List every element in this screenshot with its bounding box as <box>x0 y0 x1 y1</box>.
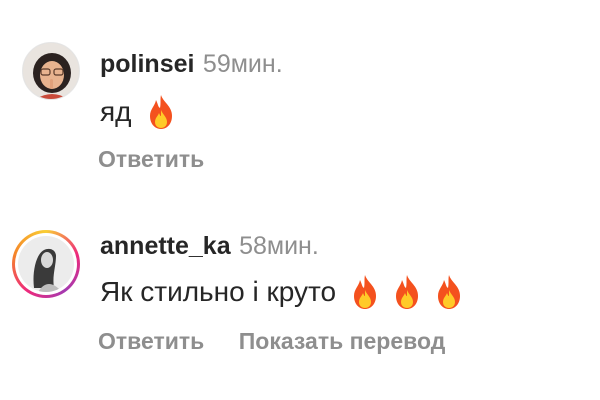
reply-button[interactable]: Ответить <box>98 328 204 354</box>
comment-text: яд <box>100 94 186 130</box>
comment-body: яд <box>100 96 132 127</box>
show-translation-button[interactable]: Показать перевод <box>239 328 446 354</box>
fire-icon <box>438 275 461 309</box>
reply-button[interactable]: Ответить <box>98 146 204 172</box>
comment-actions: Ответить Показать перевод <box>98 328 475 355</box>
avatar[interactable] <box>22 42 80 100</box>
fire-icon <box>396 275 419 309</box>
comment-header: annette_ka 58мин. <box>100 232 319 261</box>
timestamp: 58мин. <box>239 232 319 260</box>
timestamp: 59мин. <box>202 50 283 78</box>
story-ring <box>15 233 77 295</box>
emoji-group <box>144 94 186 130</box>
username[interactable]: polinsei <box>100 50 194 78</box>
fire-icon <box>354 275 377 309</box>
fire-icon <box>149 95 172 129</box>
comment-body: Як стильно і круто <box>100 276 337 307</box>
comment-header: polinsei 59мин. <box>100 50 283 79</box>
avatar[interactable] <box>12 230 80 298</box>
username[interactable]: annette_ka <box>100 232 231 260</box>
comment-actions: Ответить <box>98 146 234 173</box>
avatar-photo <box>23 43 79 99</box>
comment-text: Як стильно і круто <box>100 274 474 310</box>
emoji-group <box>348 274 474 310</box>
avatar-photo <box>18 236 74 292</box>
